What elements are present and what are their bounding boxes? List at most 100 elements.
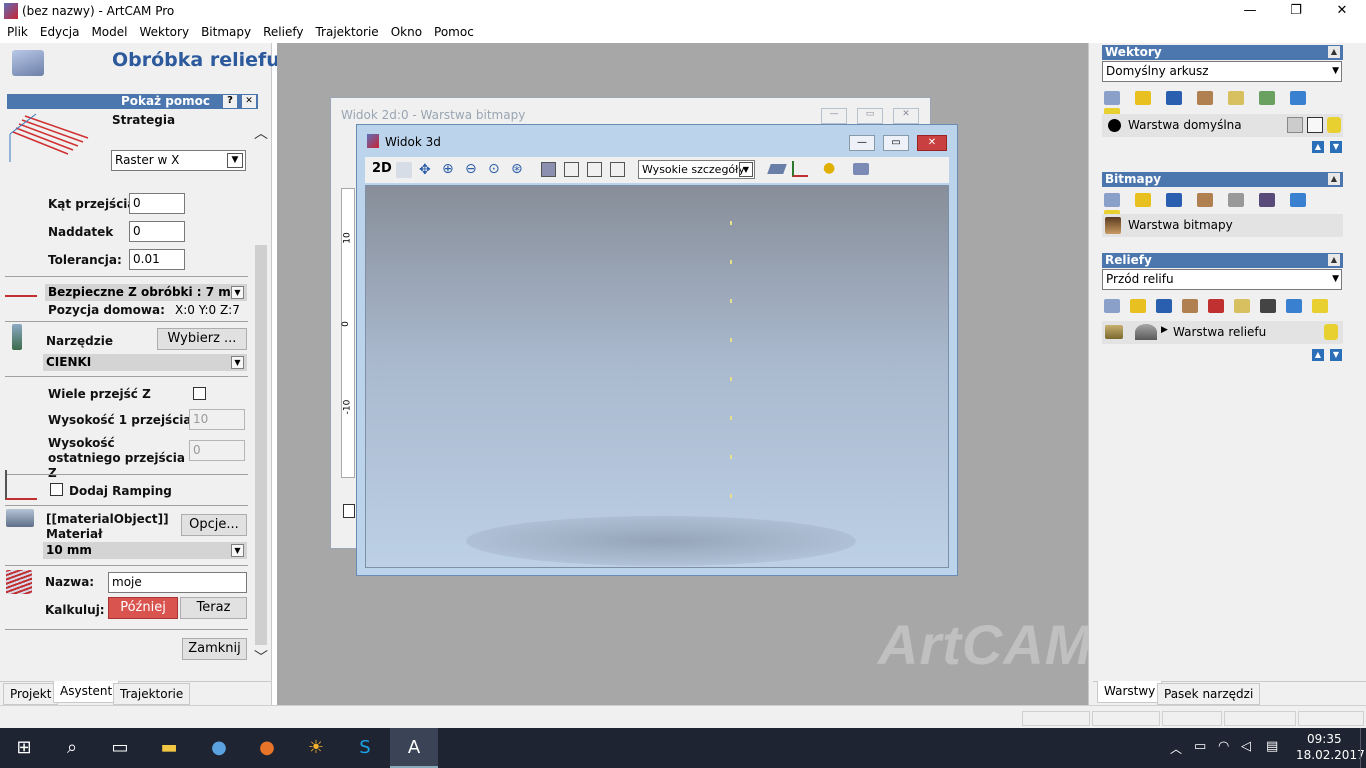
view-3d-viewport[interactable]: [365, 185, 949, 568]
view-2d-close-button[interactable]: ✕: [893, 108, 919, 124]
task-view-icon[interactable]: ▭: [96, 728, 144, 768]
search-icon[interactable]: ⌕: [48, 728, 96, 768]
new-layer-icon[interactable]: [1104, 299, 1120, 313]
rotate-icon[interactable]: [396, 162, 412, 178]
multi-pass-checkbox[interactable]: [193, 387, 206, 400]
collapse-icon[interactable]: ▲: [1328, 46, 1340, 58]
menu-bitmapy[interactable]: Bitmapy: [201, 23, 251, 39]
menu-edycja[interactable]: Edycja: [40, 23, 80, 39]
clock-time[interactable]: 09:35: [1307, 732, 1342, 746]
save-icon[interactable]: [1166, 91, 1182, 105]
iso-view-icon[interactable]: [541, 162, 556, 177]
windows-start-icon[interactable]: ⊞: [0, 728, 48, 768]
show-desktop-button[interactable]: [1360, 728, 1366, 768]
close-panel-button[interactable]: Zamknij: [182, 638, 247, 660]
delete-icon[interactable]: [1290, 91, 1306, 105]
lightbulb-icon[interactable]: [1327, 117, 1341, 133]
tool-name-bar[interactable]: CIENKI ▼: [43, 354, 247, 371]
expand-icon[interactable]: ▶: [1161, 325, 1168, 335]
detail-level-select[interactable]: Wysokie szczegóły ▼: [638, 160, 755, 179]
last-pass-height-input[interactable]: 0: [189, 440, 245, 461]
view-2d-bottom-control[interactable]: [343, 504, 355, 518]
merge-icon[interactable]: [1197, 193, 1213, 207]
angle-input[interactable]: 0: [129, 193, 185, 214]
top-view-icon[interactable]: [610, 162, 625, 177]
menu-trajektorie[interactable]: Trajektorie: [315, 23, 378, 39]
vectors-section-header[interactable]: Wektory ▲: [1102, 45, 1343, 60]
scroll-down-icon[interactable]: ﹀: [254, 647, 268, 667]
front-view-icon[interactable]: [564, 162, 579, 177]
zoom-all-icon[interactable]: ⊛: [511, 161, 523, 177]
view-3d-window[interactable]: Widok 3d — ▭ ✕ 2D ✥ ⊕ ⊖ ⊙ ⊛ Wysokie szcz…: [356, 124, 958, 576]
delete-icon[interactable]: [1290, 193, 1306, 207]
select-tool-button[interactable]: Wybierz ...: [157, 328, 247, 350]
maximize-button[interactable]: ❐: [1273, 0, 1319, 23]
tab-projekt[interactable]: Projekt: [3, 683, 59, 705]
show-hidden-icons[interactable]: ︿: [1170, 740, 1182, 757]
mode-2d-button[interactable]: 2D: [372, 161, 392, 176]
calculate-now-button[interactable]: Teraz: [180, 597, 247, 619]
move-up-icon[interactable]: ▲: [1312, 349, 1324, 361]
help-icon[interactable]: ?: [223, 95, 237, 108]
splitter[interactable]: [1088, 43, 1093, 705]
first-pass-height-input[interactable]: 10: [189, 409, 245, 430]
new-layer-icon[interactable]: [1104, 193, 1120, 207]
reliefs-section-header[interactable]: Reliefy ▲: [1102, 253, 1343, 268]
wifi-icon[interactable]: ◠: [1218, 739, 1229, 754]
side-view-icon[interactable]: [587, 162, 602, 177]
grayscale-icon[interactable]: [1260, 299, 1276, 313]
safe-z-bar[interactable]: Bezpieczne Z obróbki : 7 mm ▼: [45, 284, 247, 301]
relief-layer-row[interactable]: ▶ Warstwa reliefu: [1102, 321, 1343, 344]
delete-icon[interactable]: [1286, 299, 1302, 313]
close-button[interactable]: ✕: [1319, 0, 1365, 23]
minimize-button[interactable]: —: [1227, 0, 1273, 23]
firefox-icon[interactable]: ●: [243, 728, 291, 768]
collapse-icon[interactable]: ▲: [1328, 173, 1340, 185]
relief-side-select[interactable]: Przód relifu ▼: [1102, 269, 1342, 290]
relief-view-icon[interactable]: [767, 164, 787, 174]
material-thickness-bar[interactable]: 10 mm ▼: [43, 542, 247, 559]
tab-asystent[interactable]: Asystent: [53, 681, 120, 703]
properties-icon[interactable]: [1259, 193, 1275, 207]
view-3d-close-button[interactable]: ✕: [917, 135, 947, 151]
keyboard-icon[interactable]: ▤: [1266, 739, 1278, 754]
combine-icon[interactable]: [1208, 299, 1224, 313]
file-explorer-icon[interactable]: ▬: [145, 728, 193, 768]
panel-scrollbar[interactable]: [255, 245, 267, 645]
vector-sheet-select[interactable]: Domyślny arkusz ▼: [1102, 61, 1342, 82]
render-icon[interactable]: [853, 163, 869, 175]
view-2d-maximize-button[interactable]: ▭: [857, 108, 883, 124]
menu-reliefy[interactable]: Reliefy: [263, 23, 303, 39]
vector-layer-row[interactable]: Warstwa domyślna: [1102, 114, 1343, 137]
tab-trajektorie[interactable]: Trajektorie: [113, 683, 191, 705]
volume-icon[interactable]: ◁: [1241, 739, 1251, 754]
calculate-later-button[interactable]: Później: [108, 597, 178, 619]
axes-icon[interactable]: [792, 161, 808, 177]
open-icon[interactable]: [1130, 299, 1146, 313]
strategy-select[interactable]: Raster w X ▼: [111, 150, 246, 171]
visibility-icon[interactable]: [1234, 299, 1250, 313]
chat-app-icon[interactable]: ●: [195, 728, 243, 768]
properties-icon[interactable]: [1259, 91, 1275, 105]
lightbulb-icon[interactable]: [1324, 324, 1338, 340]
view-2d-minimize-button[interactable]: —: [821, 108, 847, 124]
edit-icon[interactable]: [1307, 117, 1323, 133]
zoom-in-icon[interactable]: ⊕: [442, 161, 454, 177]
view-3d-maximize-button[interactable]: ▭: [883, 135, 909, 151]
lightbulb-icon[interactable]: [1312, 299, 1328, 313]
layer-color-swatch[interactable]: [1108, 119, 1121, 132]
menu-pomoc[interactable]: Pomoc: [434, 23, 474, 39]
allowance-input[interactable]: 0: [129, 221, 185, 242]
menu-okno[interactable]: Okno: [391, 23, 422, 39]
close-help-icon[interactable]: ✕: [242, 95, 256, 108]
lock-icon[interactable]: [1287, 117, 1303, 133]
visibility-icon[interactable]: [1228, 91, 1244, 105]
move-down-icon[interactable]: ▼: [1330, 141, 1342, 153]
merge-icon[interactable]: [1182, 299, 1198, 313]
ramping-checkbox[interactable]: [50, 483, 63, 496]
zoom-out-icon[interactable]: ⊖: [465, 161, 477, 177]
menu-plik[interactable]: Plik: [7, 23, 28, 39]
skype-icon[interactable]: S: [341, 728, 389, 768]
pan-icon[interactable]: ✥: [419, 162, 431, 178]
tab-pasek-narzedzi[interactable]: Pasek narzędzi: [1157, 683, 1261, 705]
